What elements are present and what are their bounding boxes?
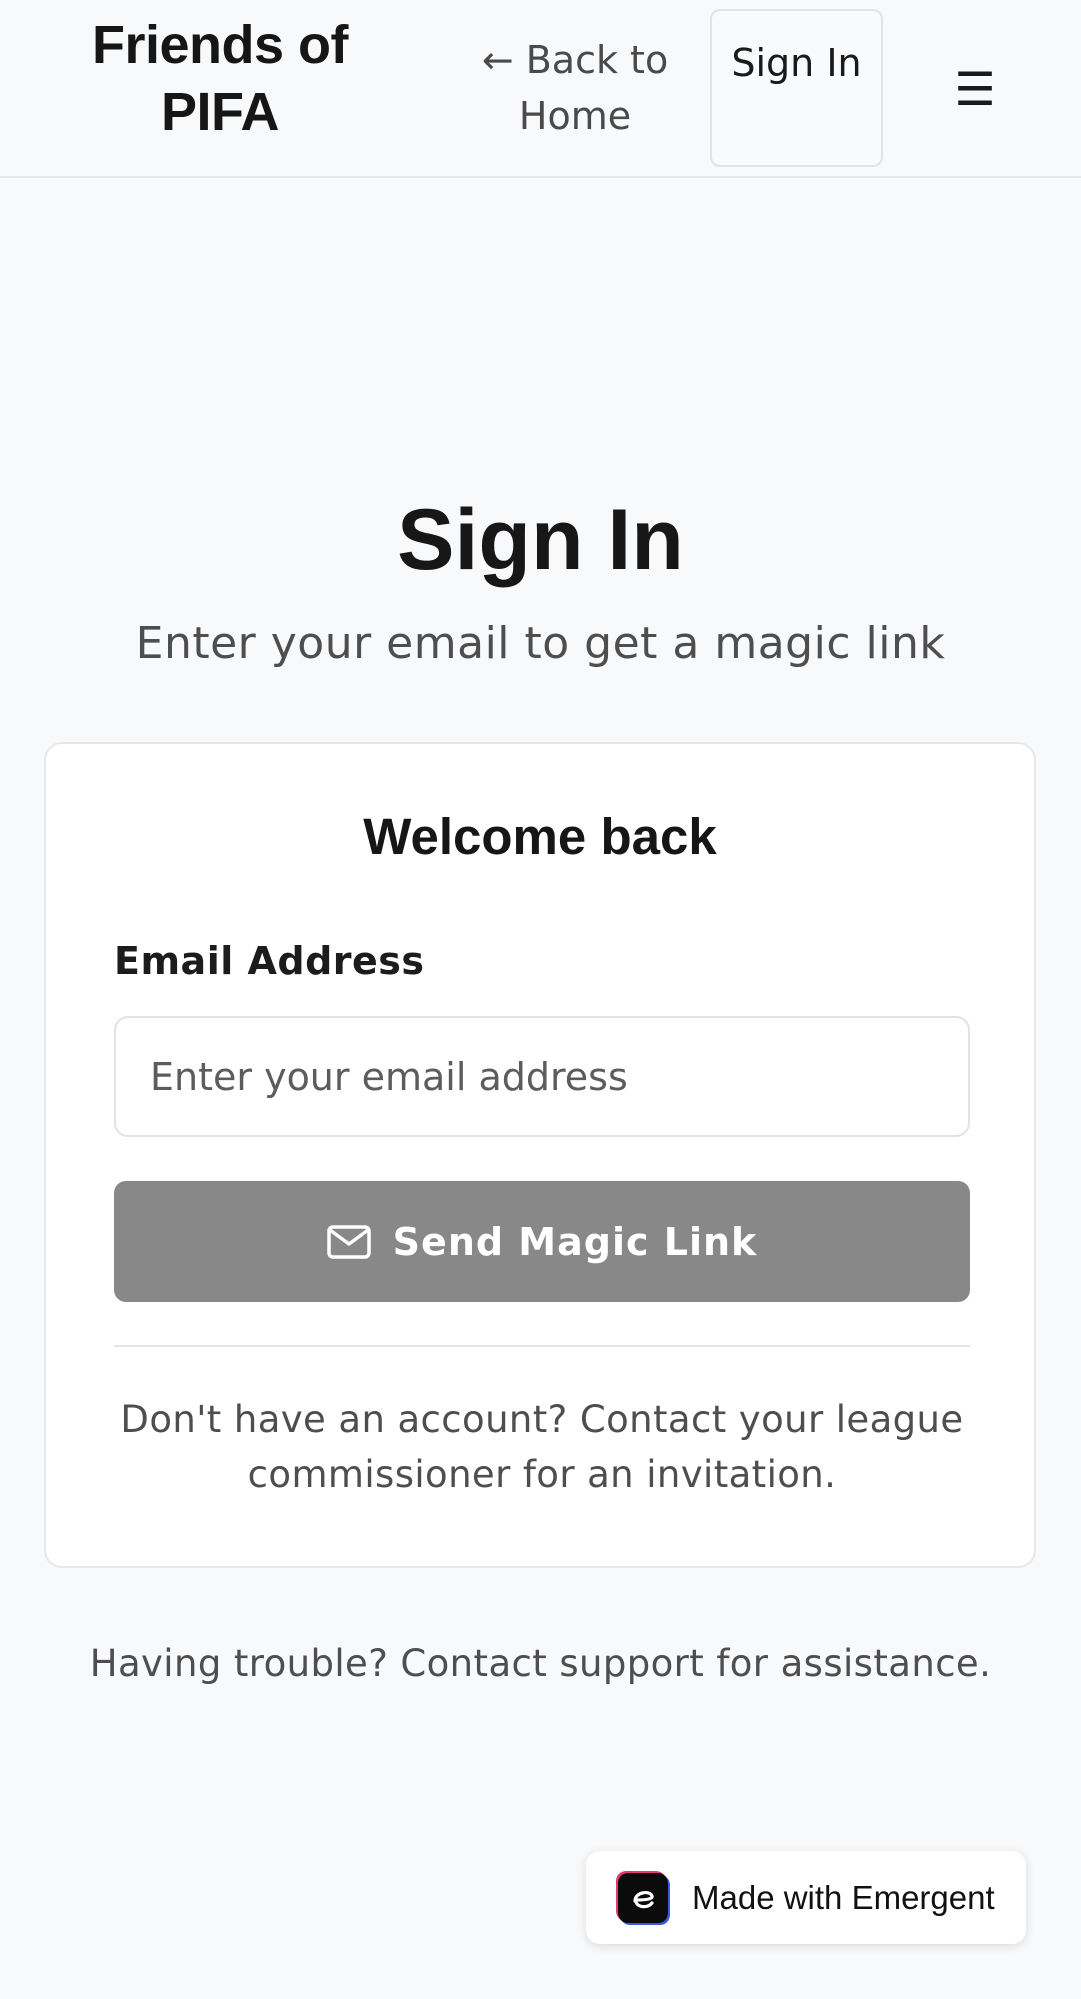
card-divider — [114, 1345, 970, 1347]
emergent-logo-icon — [618, 1872, 668, 1923]
header-sign-in-button[interactable]: Sign In — [710, 9, 883, 167]
page-subtitle: Enter your email to get a magic link — [135, 618, 946, 669]
brand-title[interactable]: Friends of PIFA — [40, 12, 400, 146]
email-field-label: Email Address — [114, 939, 425, 983]
card-title: Welcome back — [363, 808, 717, 865]
back-to-home-link[interactable]: ← Back to Home — [470, 32, 680, 144]
send-magic-link-label: Send Magic Link — [392, 1219, 758, 1264]
top-nav-bar: Friends of PIFA ← Back to Home Sign In ☰ — [0, 0, 1081, 178]
no-account-note: Don't have an account? Contact your leag… — [120, 1398, 964, 1496]
mail-icon — [326, 1224, 371, 1259]
hamburger-menu-icon[interactable]: ☰ — [940, 54, 1010, 124]
support-note: Having trouble? Contact support for assi… — [89, 1642, 992, 1685]
sign-in-page: Friends of PIFA ← Back to Home Sign In ☰… — [0, 0, 1081, 1999]
sign-in-card: Welcome back Email Address Send Magic Li… — [44, 742, 1036, 1568]
badge-label: Made with Emergent — [692, 1878, 995, 1916]
made-with-emergent-badge[interactable]: Made with Emergent — [586, 1851, 1026, 1944]
page-title: Sign In — [397, 492, 684, 588]
email-field[interactable] — [114, 1016, 970, 1137]
send-magic-link-button[interactable]: Send Magic Link — [114, 1181, 970, 1302]
